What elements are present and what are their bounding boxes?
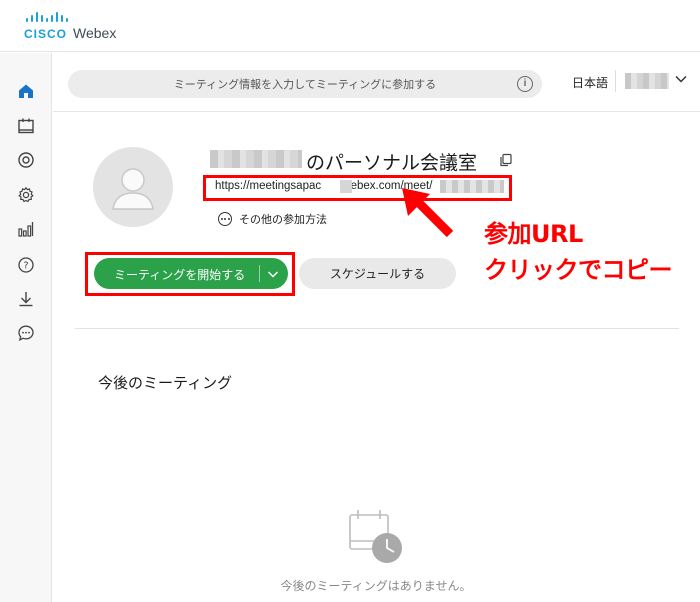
side-nav: ?	[0, 53, 52, 602]
brand-webex: Webex	[73, 25, 117, 41]
url-prefix: https://meetingsapac	[215, 180, 322, 192]
calendar-icon[interactable]	[16, 116, 36, 136]
upcoming-title: 今後のミーティング	[98, 375, 233, 392]
annotation-arrow-icon	[402, 188, 454, 238]
annotation-line1: 参加URL	[484, 220, 583, 248]
top-bar: CISCO Webex	[0, 0, 700, 52]
schedule-button[interactable]: スケジュールする	[299, 258, 456, 289]
start-meeting-label: ミーティングを開始する	[114, 268, 246, 282]
copy-icon[interactable]	[499, 153, 513, 167]
room-owner-redacted	[210, 150, 302, 168]
join-meeting-search[interactable]: ミーティング情報を入力してミーティングに参加する i	[68, 70, 542, 98]
help-icon[interactable]: ?	[16, 255, 36, 275]
search-placeholder: ミーティング情報を入力してミーティングに参加する	[173, 79, 437, 91]
header-separator	[615, 70, 616, 92]
chat-bubble-icon[interactable]	[16, 323, 36, 343]
header-divider	[53, 111, 700, 112]
cisco-bars-icon	[26, 12, 116, 22]
user-name-redacted[interactable]	[625, 73, 669, 89]
info-icon[interactable]: i	[517, 76, 533, 92]
chevron-down-icon[interactable]	[266, 267, 280, 281]
other-join-label: その他の参加方法	[239, 214, 327, 226]
bar-chart-icon[interactable]	[16, 219, 36, 239]
annotation-text: 参加URL クリックでコピー	[484, 216, 673, 288]
button-divider	[259, 265, 260, 282]
section-divider	[75, 328, 679, 329]
language-selector[interactable]: 日本語	[572, 74, 608, 91]
download-icon[interactable]	[16, 289, 36, 309]
gear-icon[interactable]	[16, 185, 36, 205]
url-redacted-part	[340, 180, 352, 193]
room-name: のパーソナル会議室	[306, 153, 478, 174]
no-meetings-message: 今後のミーティングはありません。	[280, 579, 472, 593]
webex-logo: CISCO Webex	[24, 12, 116, 41]
annotation-line2: クリックでコピー	[484, 256, 673, 284]
avatar	[93, 147, 173, 227]
user-silhouette-icon	[112, 168, 154, 210]
record-icon[interactable]	[16, 150, 36, 170]
other-join-methods[interactable]: その他の参加方法	[218, 211, 327, 227]
start-meeting-button[interactable]: ミーティングを開始する	[94, 258, 288, 289]
calendar-clock-icon	[349, 510, 402, 563]
chevron-down-icon[interactable]	[674, 72, 688, 86]
brand-cisco: CISCO	[24, 27, 68, 41]
home-icon[interactable]	[16, 81, 36, 101]
svg-text:?: ?	[23, 261, 28, 272]
more-dots-icon	[218, 212, 232, 226]
